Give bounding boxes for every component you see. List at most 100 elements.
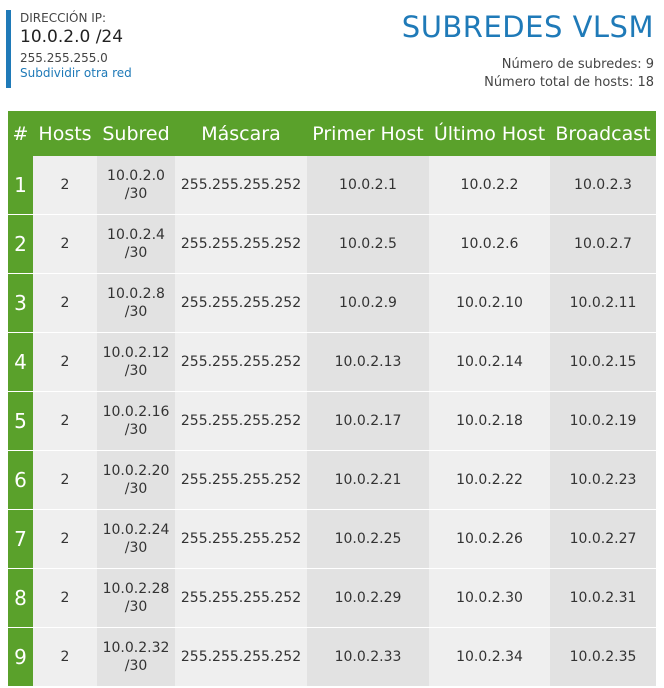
hosts-cell: 2	[33, 273, 97, 333]
subnet-prefix: /30	[124, 363, 148, 379]
first-host-cell: 10.0.2.29	[307, 568, 429, 628]
last-host-cell: 10.0.2.10	[429, 273, 550, 333]
table-row: 4 2 10.0.2.12/30 255.255.255.252 10.0.2.13 10…	[8, 332, 656, 392]
first-host-cell: 10.0.2.17	[307, 391, 429, 451]
broadcast-cell: 10.0.2.11	[550, 273, 656, 333]
subnet-prefix: /30	[124, 304, 148, 320]
subnet-prefix: /30	[124, 422, 148, 438]
last-host-cell: 10.0.2.34	[429, 627, 550, 687]
header-subnet: Subred	[97, 111, 175, 156]
row-index: 1	[8, 156, 33, 215]
subnet-address: 10.0.2.16	[102, 404, 170, 420]
host-total-text: Número total de hosts: 18	[484, 75, 654, 90]
last-host-cell: 10.0.2.18	[429, 391, 550, 451]
subnet-cell: 10.0.2.12/30	[97, 332, 175, 392]
mask-cell: 255.255.255.252	[175, 627, 307, 687]
mask-cell: 255.255.255.252	[175, 509, 307, 569]
subnet-cell: 10.0.2.8/30	[97, 273, 175, 333]
subnet-table: # Hosts Subred Máscara Primer Host Últim…	[8, 111, 656, 687]
first-host-cell: 10.0.2.9	[307, 273, 429, 333]
last-host-cell: 10.0.2.2	[429, 156, 550, 215]
hosts-cell: 2	[33, 332, 97, 392]
subnet-cell: 10.0.2.4/30	[97, 214, 175, 274]
subnet-address: 10.0.2.28	[102, 581, 170, 597]
subnet-address: 10.0.2.8	[107, 286, 165, 302]
subnet-prefix: /30	[124, 186, 148, 202]
last-host-cell: 10.0.2.6	[429, 214, 550, 274]
mask-cell: 255.255.255.252	[175, 273, 307, 333]
first-host-cell: 10.0.2.1	[307, 156, 429, 215]
header-first-host: Primer Host	[307, 111, 429, 156]
subnet-prefix: /30	[124, 599, 148, 615]
header-mask: Máscara	[175, 111, 307, 156]
hosts-cell: 2	[33, 156, 97, 215]
subnet-address: 10.0.2.20	[102, 463, 170, 479]
row-index: 3	[8, 273, 33, 333]
ip-address-value: 10.0.2.0 /24	[20, 27, 124, 47]
table-row: 1 2 10.0.2.0/30 255.255.255.252 10.0.2.1 10.0…	[8, 156, 656, 215]
table-row: 9 2 10.0.2.32/30 255.255.255.252 10.0.2.33 10…	[8, 627, 656, 687]
first-host-cell: 10.0.2.21	[307, 450, 429, 510]
hosts-cell: 2	[33, 391, 97, 451]
broadcast-cell: 10.0.2.23	[550, 450, 656, 510]
subnet-address: 10.0.2.24	[102, 522, 170, 538]
last-host-cell: 10.0.2.22	[429, 450, 550, 510]
last-host-cell: 10.0.2.30	[429, 568, 550, 628]
broadcast-cell: 10.0.2.35	[550, 627, 656, 687]
first-host-cell: 10.0.2.13	[307, 332, 429, 392]
header-index: #	[8, 111, 33, 156]
first-host-cell: 10.0.2.25	[307, 509, 429, 569]
table-row: 7 2 10.0.2.24/30 255.255.255.252 10.0.2.25 10…	[8, 509, 656, 569]
row-index: 9	[8, 627, 33, 687]
header-last-host: Último Host	[429, 111, 550, 156]
row-index: 2	[8, 214, 33, 274]
hosts-cell: 2	[33, 214, 97, 274]
subnet-address: 10.0.2.0	[107, 168, 165, 184]
mask-cell: 255.255.255.252	[175, 332, 307, 392]
ip-info-block: DIRECCIÓN IP: 10.0.2.0 /24 255.255.255.0…	[6, 10, 132, 88]
row-index: 6	[8, 450, 33, 510]
broadcast-cell: 10.0.2.3	[550, 156, 656, 215]
subnet-cell: 10.0.2.20/30	[97, 450, 175, 510]
subnet-cell: 10.0.2.24/30	[97, 509, 175, 569]
subnet-cell: 10.0.2.16/30	[97, 391, 175, 451]
subnet-count-text: Número de subredes: 9	[501, 57, 654, 72]
table-header-row: # Hosts Subred Máscara Primer Host Últim…	[8, 111, 656, 156]
hosts-cell: 2	[33, 509, 97, 569]
row-index: 7	[8, 509, 33, 569]
mask-cell: 255.255.255.252	[175, 391, 307, 451]
first-host-cell: 10.0.2.33	[307, 627, 429, 687]
broadcast-cell: 10.0.2.7	[550, 214, 656, 274]
subnet-prefix: /30	[124, 658, 148, 674]
subnet-prefix: /30	[124, 245, 148, 261]
subnet-address: 10.0.2.12	[102, 345, 170, 361]
table-row: 5 2 10.0.2.16/30 255.255.255.252 10.0.2.17 10…	[8, 391, 656, 451]
table-row: 2 2 10.0.2.4/30 255.255.255.252 10.0.2.5 10.0…	[8, 214, 656, 274]
table-row: 6 2 10.0.2.20/30 255.255.255.252 10.0.2.21 10…	[8, 450, 656, 510]
broadcast-cell: 10.0.2.27	[550, 509, 656, 569]
first-host-cell: 10.0.2.5	[307, 214, 429, 274]
last-host-cell: 10.0.2.14	[429, 332, 550, 392]
hosts-cell: 2	[33, 450, 97, 510]
subnet-prefix: /30	[124, 540, 148, 556]
header-broadcast: Broadcast	[550, 111, 656, 156]
row-index: 8	[8, 568, 33, 628]
subnet-cell: 10.0.2.32/30	[97, 627, 175, 687]
table-row: 8 2 10.0.2.28/30 255.255.255.252 10.0.2.29 10…	[8, 568, 656, 628]
ip-caption: DIRECCIÓN IP:	[20, 11, 107, 25]
subnet-cell: 10.0.2.28/30	[97, 568, 175, 628]
mask-cell: 255.255.255.252	[175, 450, 307, 510]
subnet-cell: 10.0.2.0/30	[97, 156, 175, 215]
page-title: SUBREDES VLSM	[401, 10, 654, 44]
hosts-cell: 2	[33, 568, 97, 628]
header-hosts: Hosts	[33, 111, 97, 156]
summary-stats: Número de subredes: 9 Número total de ho…	[484, 56, 654, 92]
table-row: 3 2 10.0.2.8/30 255.255.255.252 10.0.2.9 10.0…	[8, 273, 656, 333]
subdivide-another-network-link[interactable]: Subdividir otra red	[20, 66, 132, 80]
ip-network-mask: 255.255.255.0	[20, 51, 108, 65]
row-index: 4	[8, 332, 33, 392]
hosts-cell: 2	[33, 627, 97, 687]
subnet-address: 10.0.2.32	[102, 640, 170, 656]
mask-cell: 255.255.255.252	[175, 156, 307, 215]
mask-cell: 255.255.255.252	[175, 214, 307, 274]
